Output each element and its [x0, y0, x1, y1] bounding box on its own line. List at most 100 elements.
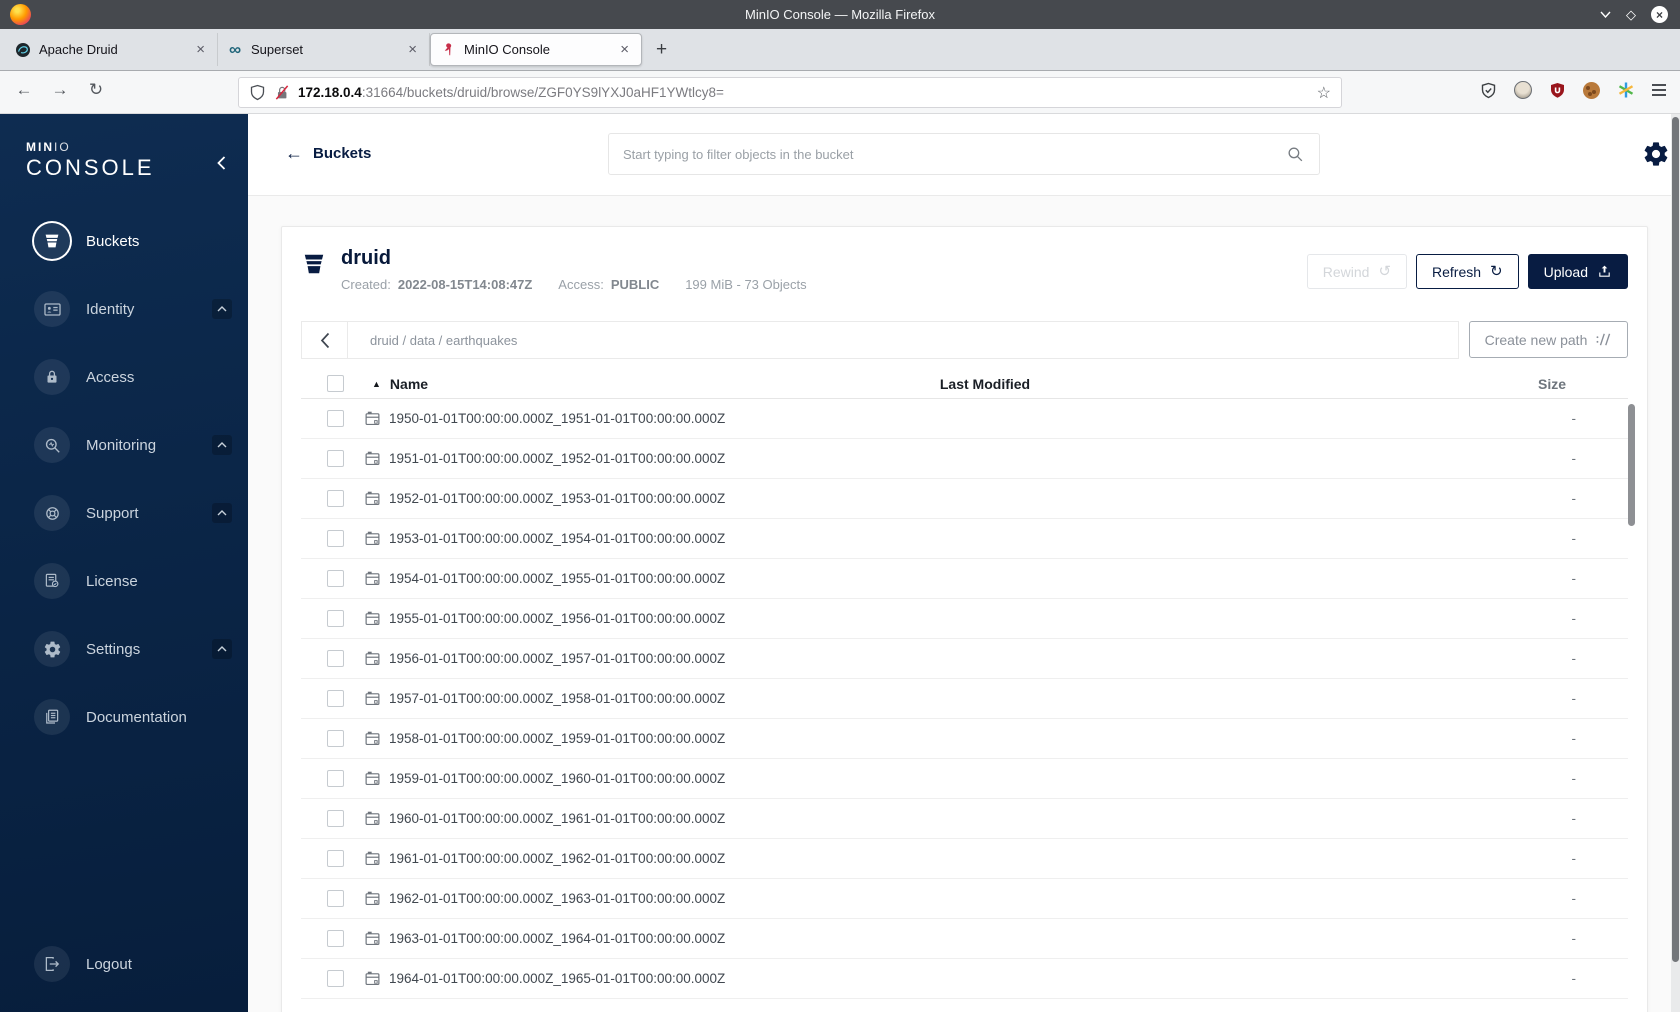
tab-apache-druid[interactable]: Apache Druid × — [6, 33, 218, 66]
row-checkbox[interactable] — [327, 890, 344, 907]
tab-superset[interactable]: ∞ Superset × — [218, 33, 430, 66]
row-checkbox[interactable] — [327, 610, 344, 627]
table-row[interactable]: 1950-01-01T00:00:00.000Z_1951-01-01T00:0… — [301, 399, 1628, 439]
sidebar-item-license[interactable]: License — [0, 547, 248, 615]
table-row[interactable]: 1952-01-01T00:00:00.000Z_1953-01-01T00:0… — [301, 479, 1628, 519]
back-arrow-icon: ← — [285, 143, 303, 163]
last-modified-column-header[interactable]: Last Modified — [790, 376, 1180, 392]
reload-button[interactable]: ↻ — [83, 80, 109, 100]
prefix-folder-icon — [364, 530, 381, 547]
back-to-buckets-link[interactable]: ← Buckets — [285, 143, 371, 164]
prefix-folder-icon — [364, 450, 381, 467]
new-tab-button[interactable]: + — [642, 39, 681, 61]
table-row[interactable]: 1964-01-01T00:00:00.000Z_1965-01-01T00:0… — [301, 959, 1628, 999]
table-row[interactable]: 1956-01-01T00:00:00.000Z_1957-01-01T00:0… — [301, 639, 1628, 679]
forward-button[interactable]: → — [47, 80, 73, 100]
size-cell: - — [1571, 931, 1577, 946]
console-settings-gear-icon[interactable] — [1642, 140, 1670, 168]
cookie-icon[interactable] — [1583, 81, 1600, 99]
upload-button[interactable]: Upload — [1527, 254, 1628, 289]
select-all-checkbox[interactable] — [327, 375, 344, 392]
rewind-button[interactable]: Rewind ↺ — [1306, 254, 1408, 289]
sidebar-item-settings[interactable]: Settings — [0, 615, 248, 683]
window-maximize-icon[interactable]: ◇ — [1626, 8, 1636, 21]
menu-icon[interactable] — [1652, 84, 1666, 96]
sidebar-item-logout[interactable]: Logout — [0, 930, 248, 998]
row-checkbox[interactable] — [327, 850, 344, 867]
sidebar-item-documentation[interactable]: Documentation — [0, 683, 248, 751]
object-filter-search[interactable] — [608, 133, 1320, 175]
name-column-header[interactable]: ▲ Name — [351, 376, 790, 392]
table-row[interactable]: 1959-01-01T00:00:00.000Z_1960-01-01T00:0… — [301, 759, 1628, 799]
window-minimize-icon[interactable] — [1600, 11, 1611, 18]
table-scrollbar-thumb[interactable] — [1628, 404, 1635, 526]
table-row[interactable]: 1957-01-01T00:00:00.000Z_1958-01-01T00:0… — [301, 679, 1628, 719]
row-checkbox[interactable] — [327, 770, 344, 787]
object-name: 1953-01-01T00:00:00.000Z_1954-01-01T00:0… — [389, 531, 726, 546]
size-column-header[interactable]: Size — [1180, 376, 1628, 392]
path-back-chevron-icon[interactable] — [302, 322, 348, 358]
row-checkbox[interactable] — [327, 810, 344, 827]
table-row[interactable]: 1958-01-01T00:00:00.000Z_1959-01-01T00:0… — [301, 719, 1628, 759]
tab-close-icon[interactable]: × — [405, 41, 420, 58]
shield-icon[interactable] — [249, 84, 266, 101]
tab-close-icon[interactable]: × — [193, 41, 208, 58]
main-area: ← Buckets Start typing to filter objects… — [248, 114, 1680, 1012]
row-checkbox[interactable] — [327, 530, 344, 547]
page-scrollbar[interactable] — [1671, 114, 1680, 1012]
sidebar-collapse-icon[interactable] — [217, 156, 226, 170]
table-row[interactable]: 1963-01-01T00:00:00.000Z_1964-01-01T00:0… — [301, 919, 1628, 959]
row-checkbox[interactable] — [327, 730, 344, 747]
chevron-up-icon[interactable] — [212, 639, 232, 659]
row-checkbox[interactable] — [327, 490, 344, 507]
chevron-up-icon[interactable] — [212, 435, 232, 455]
row-checkbox[interactable] — [327, 650, 344, 667]
objects-table: ▲ Name Last Modified Size 1950-01-01T00:… — [301, 369, 1628, 999]
sidebar-item-identity[interactable]: Identity — [0, 275, 248, 343]
row-checkbox[interactable] — [327, 570, 344, 587]
tab-minio-console[interactable]: MinIO Console × — [430, 33, 642, 66]
table-row[interactable]: 1954-01-01T00:00:00.000Z_1955-01-01T00:0… — [301, 559, 1628, 599]
table-row[interactable]: 1953-01-01T00:00:00.000Z_1954-01-01T00:0… — [301, 519, 1628, 559]
sidebar-item-buckets[interactable]: Buckets — [0, 207, 248, 275]
size-cell: - — [1571, 611, 1577, 626]
ublock-icon[interactable] — [1549, 82, 1566, 99]
bookmark-star-icon[interactable]: ☆ — [1317, 83, 1331, 103]
extension-avatar-icon[interactable] — [1514, 81, 1532, 99]
table-row[interactable]: 1951-01-01T00:00:00.000Z_1952-01-01T00:0… — [301, 439, 1628, 479]
refresh-button[interactable]: Refresh ↻ — [1416, 254, 1519, 289]
gear-icon — [43, 640, 62, 659]
table-row[interactable]: 1955-01-01T00:00:00.000Z_1956-01-01T00:0… — [301, 599, 1628, 639]
chevron-up-icon[interactable] — [212, 503, 232, 523]
row-checkbox[interactable] — [327, 970, 344, 987]
create-new-path-button[interactable]: Create new path — [1469, 321, 1628, 358]
table-row[interactable]: 1960-01-01T00:00:00.000Z_1961-01-01T00:0… — [301, 799, 1628, 839]
row-checkbox[interactable] — [327, 690, 344, 707]
insecure-lock-icon[interactable] — [274, 84, 290, 101]
page-scrollbar-thumb[interactable] — [1672, 117, 1679, 962]
prefix-folder-icon — [364, 410, 381, 427]
table-row[interactable]: 1962-01-01T00:00:00.000Z_1963-01-01T00:0… — [301, 879, 1628, 919]
sidebar-item-support[interactable]: Support — [0, 479, 248, 547]
search-input[interactable] — [623, 146, 1286, 162]
size-cell: - — [1571, 771, 1577, 786]
back-button[interactable]: ← — [11, 80, 37, 100]
row-checkbox[interactable] — [327, 450, 344, 467]
window-close-icon[interactable]: × — [1651, 6, 1668, 23]
table-row[interactable]: 1961-01-01T00:00:00.000Z_1962-01-01T00:0… — [301, 839, 1628, 879]
tab-close-icon[interactable]: × — [617, 41, 632, 58]
window-titlebar: MinIO Console — Mozilla Firefox ◇ × — [0, 0, 1680, 29]
row-checkbox[interactable] — [327, 930, 344, 947]
superset-favicon: ∞ — [228, 40, 242, 59]
row-checkbox[interactable] — [327, 410, 344, 427]
size-cell: - — [1571, 451, 1577, 466]
chevron-up-icon[interactable] — [212, 299, 232, 319]
access-value[interactable]: PUBLIC — [611, 277, 659, 292]
prefix-folder-icon — [364, 770, 381, 787]
sidebar-item-monitoring[interactable]: Monitoring — [0, 411, 248, 479]
breadcrumb[interactable]: druid / data / earthquakes — [370, 333, 517, 348]
sidebar-item-access[interactable]: Access — [0, 343, 248, 411]
url-bar[interactable]: 172.18.0.4:31664/buckets/druid/browse/ZG… — [238, 77, 1342, 108]
extension-shield-icon[interactable] — [1480, 82, 1497, 99]
extension-asterisk-icon[interactable] — [1617, 81, 1635, 99]
